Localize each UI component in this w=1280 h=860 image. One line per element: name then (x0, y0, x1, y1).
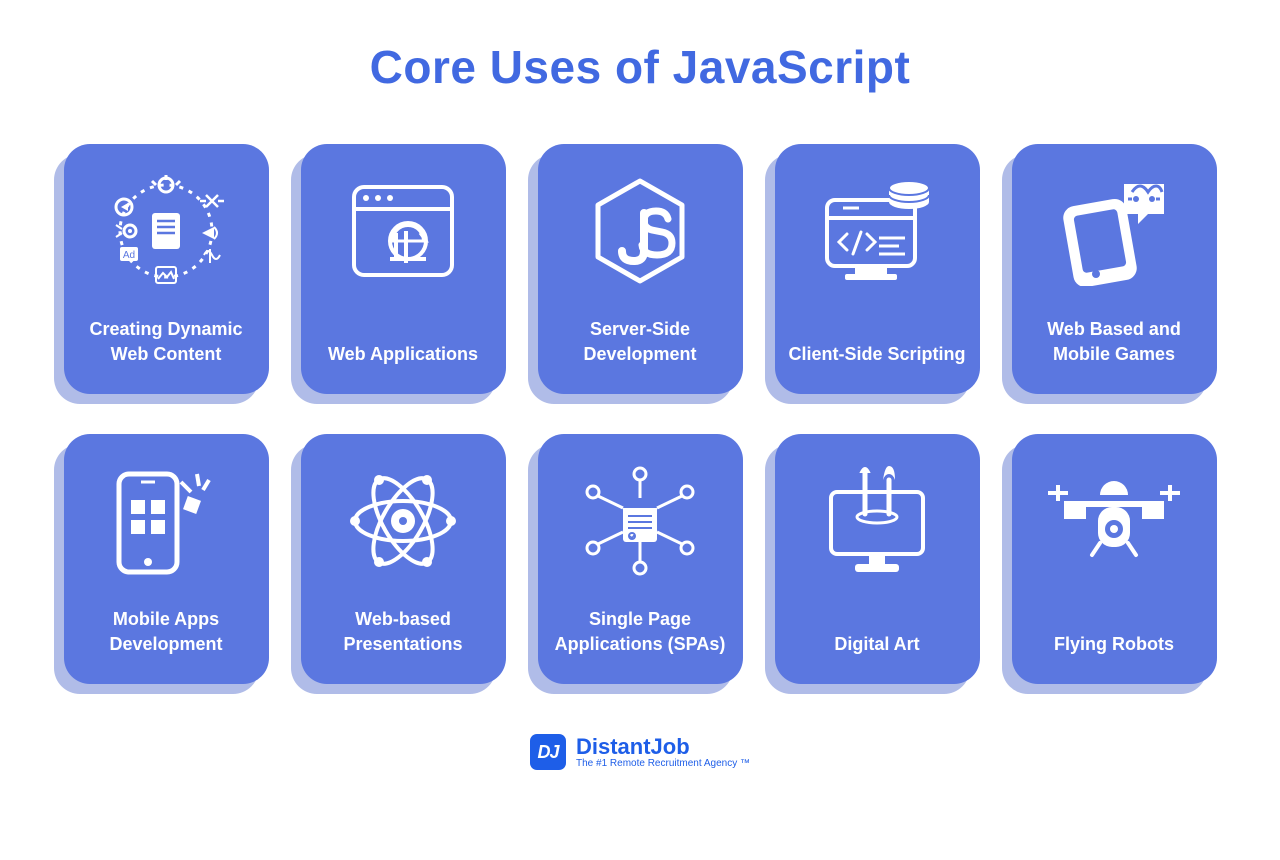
card-label: Single Page Applications (SPAs) (552, 607, 729, 656)
spa-icon (575, 456, 705, 586)
card-label: Flying Robots (1054, 632, 1174, 656)
card-spa: Single Page Applications (SPAs) (538, 434, 743, 684)
games-icon (1054, 166, 1174, 296)
card-mobile-apps: Mobile Apps Development (64, 434, 269, 684)
card-presentations: Web-based Presentations (301, 434, 506, 684)
web-apps-icon (348, 166, 458, 296)
svg-text:Ad: Ad (123, 250, 135, 261)
card-label: Creating Dynamic Web Content (78, 317, 255, 366)
card-web-applications: Web Applications (301, 144, 506, 394)
presentations-icon (343, 456, 463, 586)
card-label: Web Based and Mobile Games (1026, 317, 1203, 366)
brand-logo-icon: DJ (530, 734, 566, 770)
card-label: Client-Side Scripting (789, 342, 966, 366)
drone-icon (1044, 456, 1184, 586)
card-dynamic-content: Ad Creating Dynamic Web Content (64, 144, 269, 394)
card-label: Web Applications (328, 342, 478, 366)
card-client-side: Client-Side Scripting (775, 144, 980, 394)
card-server-side: Server-Side Development (538, 144, 743, 394)
card-label: Web-based Presentations (315, 607, 492, 656)
card-games: Web Based and Mobile Games (1012, 144, 1217, 394)
digital-art-icon (817, 456, 937, 586)
mobile-apps-icon (101, 456, 231, 586)
page-title: Core Uses of JavaScript (370, 40, 911, 94)
dynamic-content-icon: Ad (102, 166, 230, 296)
card-label: Digital Art (834, 632, 919, 656)
card-label: Mobile Apps Development (78, 607, 255, 656)
nodejs-icon (590, 166, 690, 296)
card-label: Server-Side Development (552, 317, 729, 366)
client-side-icon (817, 166, 937, 296)
card-flying-robots: Flying Robots (1012, 434, 1217, 684)
brand-name: DistantJob (576, 736, 750, 758)
brand-tagline: The #1 Remote Recruitment Agency ™ (576, 758, 750, 769)
footer-brand: DJ DistantJob The #1 Remote Recruitment … (530, 734, 750, 770)
cards-grid: Ad Creating Dynamic Web Content (64, 144, 1217, 684)
card-digital-art: Digital Art (775, 434, 980, 684)
